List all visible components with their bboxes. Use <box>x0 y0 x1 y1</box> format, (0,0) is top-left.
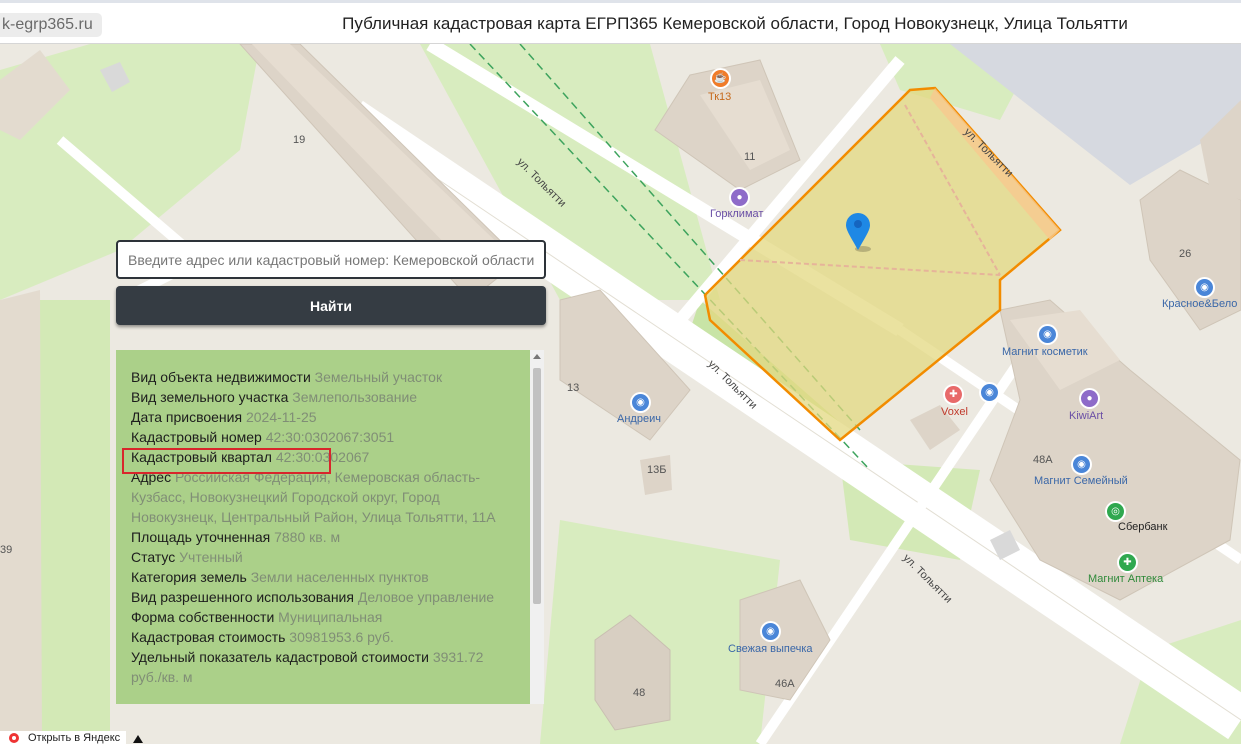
info-label: Площадь уточненная <box>131 529 271 545</box>
poi-label[interactable]: Свежая выпечка <box>728 643 813 655</box>
info-row-land-category: Категория земель Земли населенных пункто… <box>131 567 511 587</box>
building-number: 48А <box>1033 454 1053 466</box>
browser-header: k-egrp365.ru Публичная кадастровая карта… <box>0 3 1241 44</box>
bakery-icon[interactable]: ◉ <box>762 623 779 640</box>
info-label: Категория земель <box>131 569 247 585</box>
info-row-address: Адрес Российская Федерация, Кемеровская … <box>131 467 511 527</box>
info-row-land-type: Вид земельного участка Землепользование <box>131 387 511 407</box>
poi-label[interactable]: Магнит Аптека <box>1088 573 1163 585</box>
info-label: Удельный показатель кадастровой стоимост… <box>131 649 429 665</box>
scroll-up-arrow-icon[interactable] <box>533 354 541 359</box>
find-button[interactable]: Найти <box>116 286 546 325</box>
info-label: Кадастровая стоимость <box>131 629 286 645</box>
info-row-cadastral-value: Кадастровая стоимость 30981953.6 руб. <box>131 627 511 647</box>
info-label: Форма собственности <box>131 609 275 625</box>
scrollbar[interactable] <box>530 350 544 704</box>
car-icon[interactable]: ◉ <box>981 384 998 401</box>
poi-label[interactable]: Магнит косметик <box>1002 346 1088 358</box>
art-icon[interactable]: ● <box>1081 390 1098 407</box>
info-row-object-type: Вид объекта недвижимости Земельный участ… <box>131 367 511 387</box>
building-number: 13 <box>567 382 580 394</box>
search-input[interactable] <box>116 240 546 279</box>
info-value: 30981953.6 руб. <box>289 629 394 645</box>
poi-label[interactable]: Красное&Бело <box>1162 298 1237 310</box>
building-number: 39 <box>0 544 13 556</box>
info-row-assignment-date: Дата присвоения 2024-11-25 <box>131 407 511 427</box>
poi-label[interactable]: Андреич <box>617 413 661 425</box>
building-number: 11 <box>744 151 756 163</box>
shop-icon[interactable]: ● <box>731 189 748 206</box>
url-bar[interactable]: k-egrp365.ru <box>0 13 102 37</box>
poi-label[interactable]: KiwiArt <box>1069 410 1103 422</box>
info-row-permitted-use: Вид разрешенного использования Деловое у… <box>131 587 511 607</box>
collapse-arrow-icon[interactable] <box>133 735 143 743</box>
info-row-status: Статус Учтенный <box>131 547 511 567</box>
info-value: 7880 кв. м <box>274 529 341 545</box>
building-number: 46А <box>775 678 795 690</box>
info-value: Учтенный <box>179 549 243 565</box>
info-value: Российская Федерация, Кемеровская област… <box>131 469 496 525</box>
page-title: Публичная кадастровая карта ЕГРП365 Кеме… <box>342 14 1128 33</box>
building-39 <box>0 290 42 744</box>
store-icon[interactable]: ◉ <box>632 394 649 411</box>
poi-label[interactable]: Тк13 <box>708 91 731 103</box>
info-label: Вид объекта недвижимости <box>131 369 311 385</box>
store-icon[interactable]: ◉ <box>1196 279 1213 296</box>
info-label: Вид разрешенного использования <box>131 589 354 605</box>
info-row-unit-value: Удельный показатель кадастровой стоимост… <box>131 647 511 687</box>
poi-label[interactable]: Магнит Семейный <box>1034 475 1128 487</box>
building-number: 26 <box>1179 248 1192 260</box>
info-list: Вид объекта недвижимости Земельный участ… <box>131 367 511 687</box>
yandex-logo-icon <box>9 733 19 743</box>
building-number: 48 <box>633 687 646 699</box>
info-value: 2024-11-25 <box>245 409 317 425</box>
bank-icon[interactable]: ◎ <box>1107 503 1124 520</box>
poi-label[interactable]: Сбербанк <box>1118 521 1167 533</box>
info-row-ownership: Форма собственности Муниципальная <box>131 607 511 627</box>
poi-label[interactable]: Voxel <box>941 406 968 418</box>
info-row-area: Площадь уточненная 7880 кв. м <box>131 527 511 547</box>
info-label: Статус <box>131 549 176 565</box>
building-number: 13Б <box>647 464 667 476</box>
store-icon[interactable]: ◉ <box>1039 326 1056 343</box>
date-highlight-box <box>122 448 331 474</box>
info-label: Дата присвоения <box>131 409 243 425</box>
info-value: Землепользование <box>292 389 418 405</box>
info-value: Земли населенных пунктов <box>250 569 429 585</box>
info-value: Деловое управление <box>357 589 495 605</box>
info-value: Муниципальная <box>278 609 383 625</box>
dental-icon[interactable]: ✚ <box>945 386 962 403</box>
pharmacy-icon[interactable]: ✚ <box>1119 554 1136 571</box>
cafe-icon[interactable]: ☕ <box>712 70 729 87</box>
info-label: Вид земельного участка <box>131 389 289 405</box>
building-number: 19 <box>293 134 306 146</box>
cart-icon[interactable]: ◉ <box>1073 456 1090 473</box>
info-value: Земельный участок <box>314 369 443 385</box>
info-value: 42:30:0302067:3051 <box>265 429 395 445</box>
info-panel[interactable]: Вид объекта недвижимости Земельный участ… <box>116 350 544 704</box>
poi-label[interactable]: Горклимат <box>710 208 763 220</box>
info-label: Кадастровый номер <box>131 429 262 445</box>
info-row-cadastral-number: Кадастровый номер 42:30:0302067:3051 <box>131 427 511 447</box>
scroll-thumb[interactable] <box>533 368 541 604</box>
